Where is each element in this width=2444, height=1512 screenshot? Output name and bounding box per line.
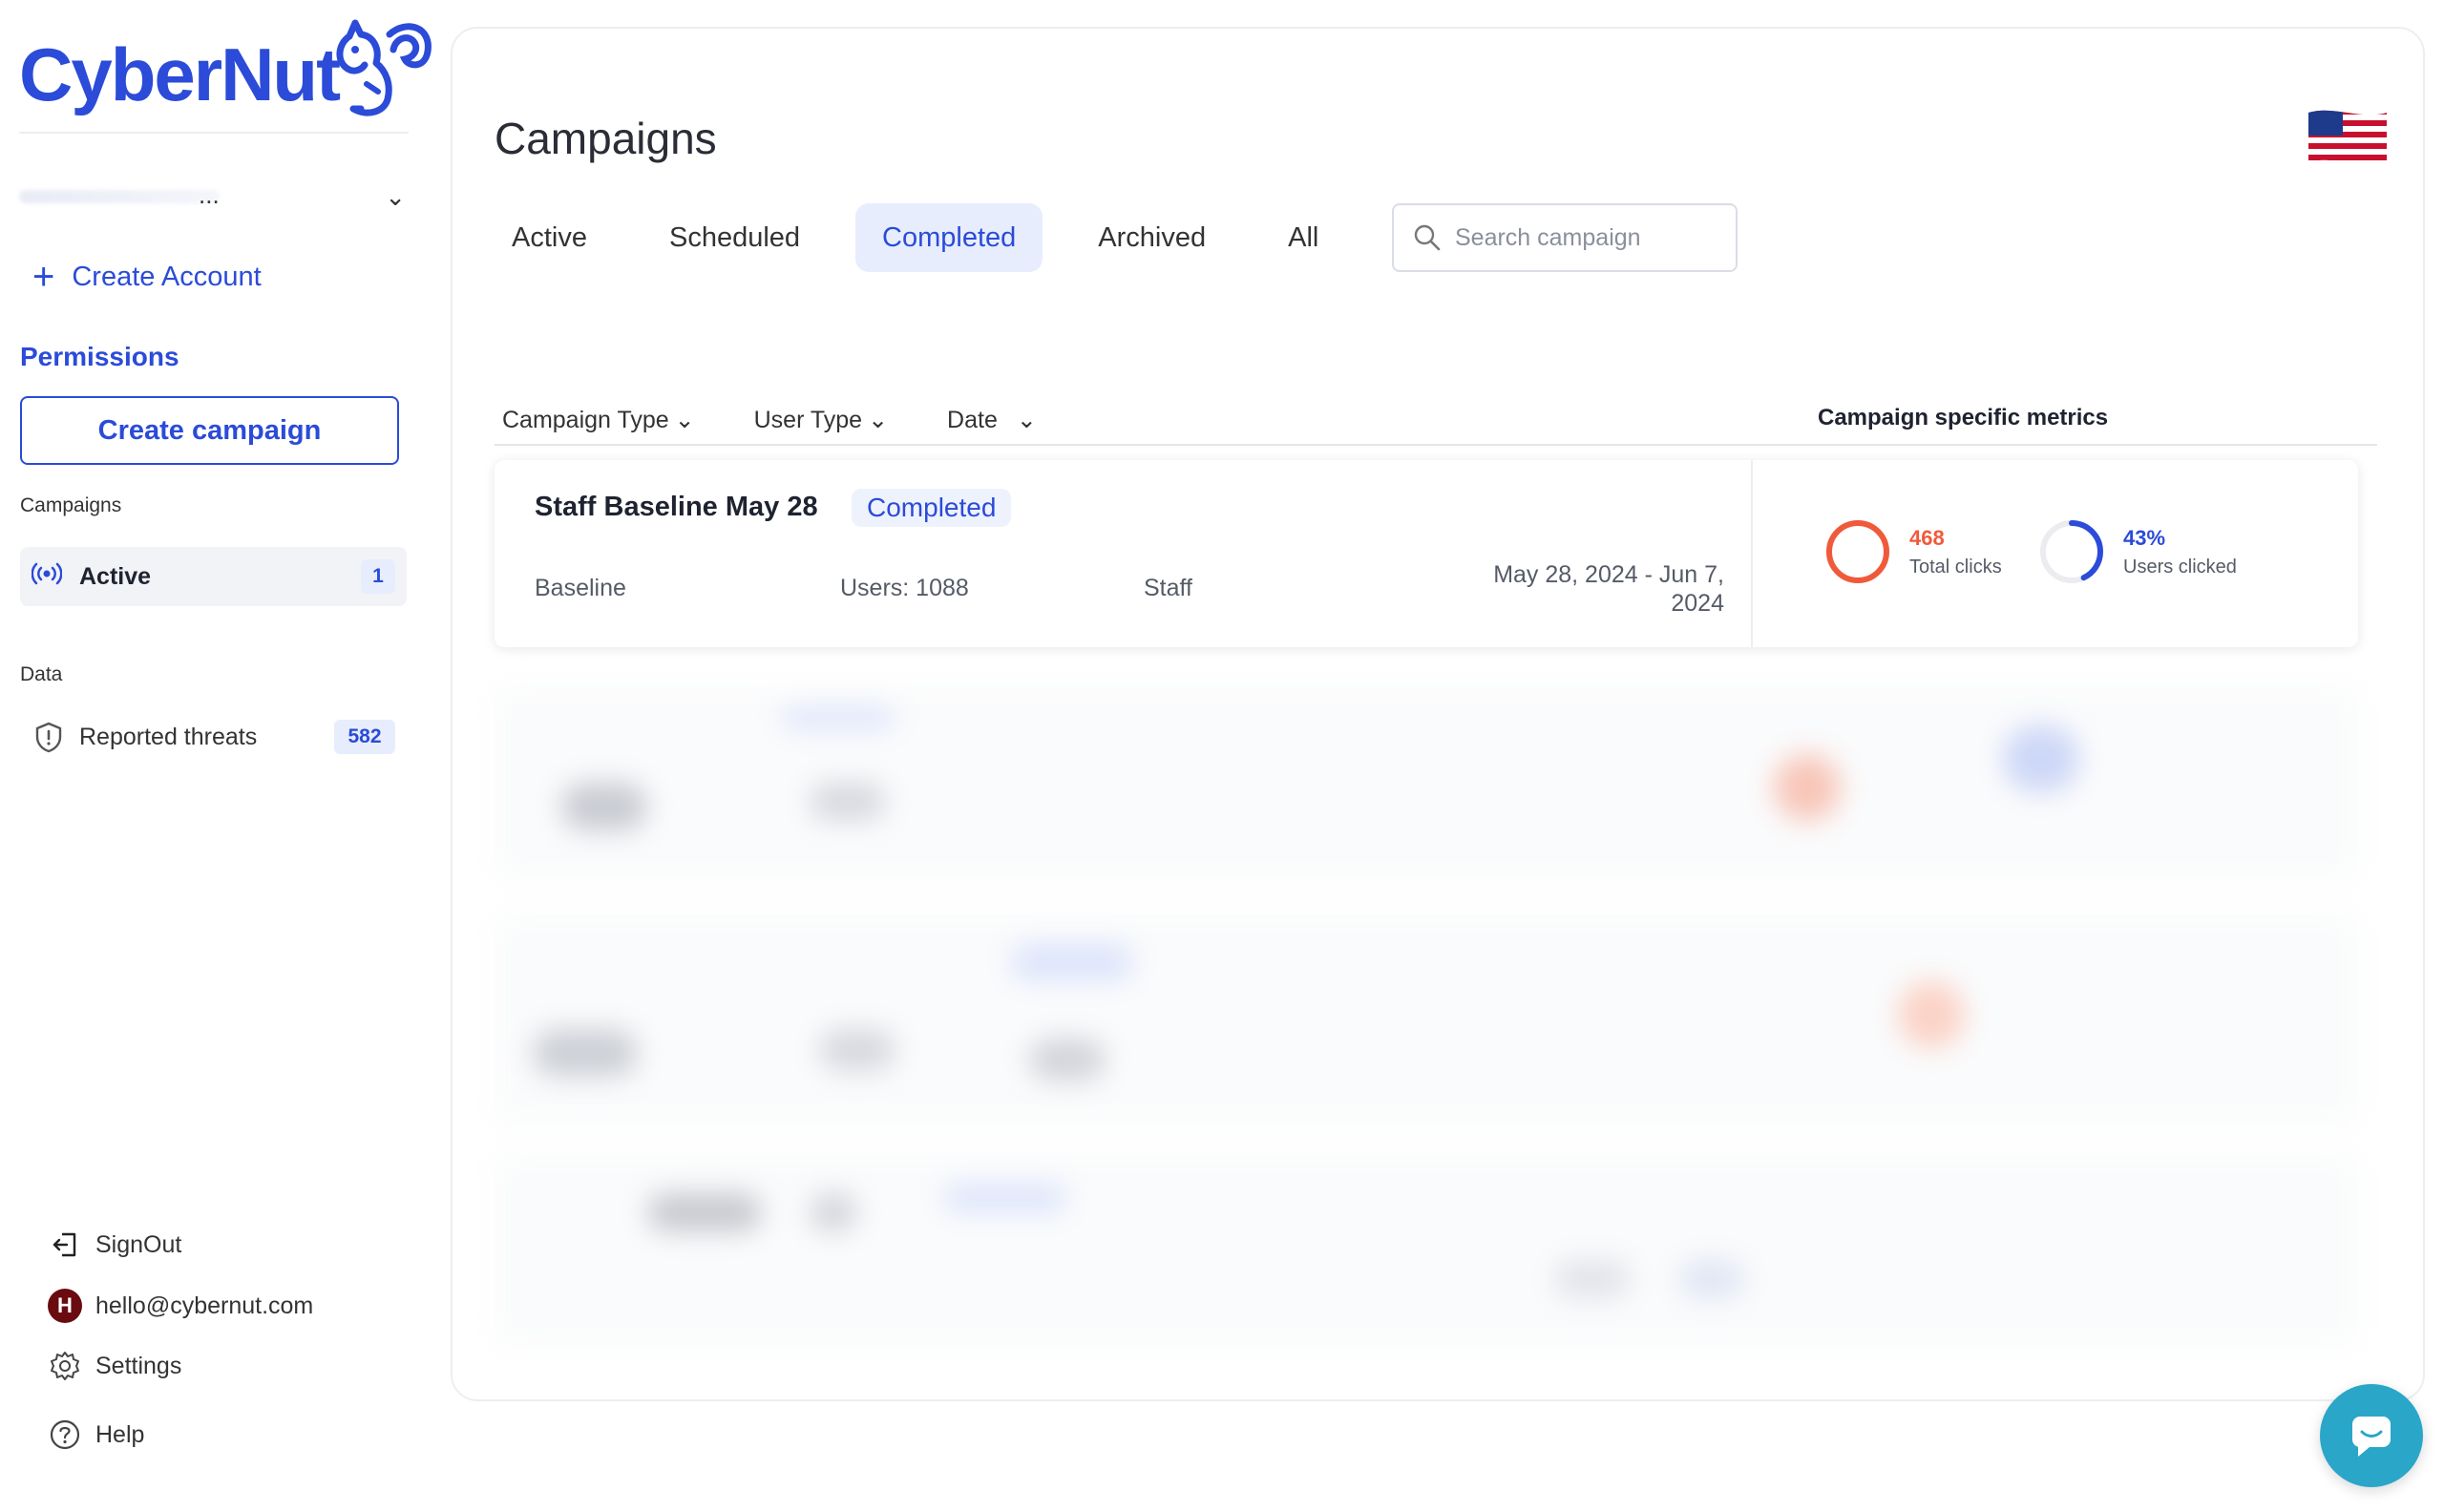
tab-scheduled[interactable]: Scheduled xyxy=(643,203,827,272)
settings-label: Settings xyxy=(95,1352,182,1379)
chevron-down-icon: ⌄ xyxy=(385,181,406,211)
signout-label: SignOut xyxy=(95,1230,182,1258)
chat-bubble-icon xyxy=(2352,1417,2391,1457)
sidebar-item-active[interactable]: Active 1 xyxy=(20,547,407,606)
campaign-type-filter[interactable]: Campaign Type ⌄ xyxy=(502,406,695,434)
broadcast-icon xyxy=(31,562,66,591)
avatar: H xyxy=(48,1289,82,1323)
blurred-campaign-row xyxy=(495,687,2358,878)
filter-label: User Type xyxy=(753,406,863,433)
chat-button[interactable] xyxy=(2320,1384,2423,1487)
count-badge: 582 xyxy=(334,720,395,754)
blurred-campaign-row xyxy=(495,1155,2358,1346)
gear-icon xyxy=(48,1349,82,1383)
create-account-link[interactable]: + Create Account xyxy=(32,258,262,296)
tab-completed[interactable]: Completed xyxy=(855,203,1043,272)
data-section-label: Data xyxy=(20,663,63,685)
filter-bar: Campaign Type ⌄ User Type ⌄ Date ⌄ xyxy=(502,406,1037,434)
logo-text: CyberNut xyxy=(19,32,341,116)
divider xyxy=(495,444,2377,446)
search-box xyxy=(1392,203,1738,272)
settings-link[interactable]: Settings xyxy=(48,1349,181,1383)
chevron-down-icon: ⌄ xyxy=(868,407,889,433)
account-selector[interactable]: ... ⌄ xyxy=(19,177,406,217)
users-clicked-label: Users clicked xyxy=(2123,556,2237,578)
total-clicks-label: Total clicks xyxy=(1909,556,2002,578)
total-clicks-value: 468 xyxy=(1909,525,1945,550)
plus-icon: + xyxy=(32,256,55,298)
status-badge: Completed xyxy=(852,489,1012,527)
campaign-type: Baseline xyxy=(535,575,626,601)
users-clicked-metric: 43% Users clicked xyxy=(2037,517,2237,586)
create-account-label: Create Account xyxy=(72,261,262,292)
tab-all[interactable]: All xyxy=(1261,203,1345,272)
main-panel: Campaigns Active Scheduled Completed Arc… xyxy=(451,27,2425,1401)
users-clicked-value: 43% xyxy=(2123,525,2166,550)
users-clicked-ring xyxy=(2040,520,2103,583)
squirrel-logo-icon xyxy=(336,19,432,116)
campaign-user-type: Staff xyxy=(1144,575,1192,601)
sidebar-item-label: Reported threats xyxy=(79,723,258,750)
search-input[interactable] xyxy=(1455,223,1722,252)
campaign-tabs: Active Scheduled Completed Archived All xyxy=(485,203,1374,272)
campaign-date-range: May 28, 2024 - Jun 7, 2024 xyxy=(1493,561,1724,617)
sidebar-item-reported-threats[interactable]: Reported threats 582 xyxy=(20,713,407,761)
sidebar: CyberNut ... ⌄ + Create Account Permissi… xyxy=(0,0,439,1512)
total-clicks-metric: 468 Total clicks xyxy=(1823,517,2002,586)
filter-label: Date xyxy=(947,406,998,433)
user-type-filter[interactable]: User Type ⌄ xyxy=(754,406,888,434)
chevron-down-icon: ⌄ xyxy=(1016,407,1037,433)
shield-alert-icon xyxy=(32,720,66,754)
chevron-down-icon: ⌄ xyxy=(674,407,695,433)
campaigns-section-label: Campaigns xyxy=(20,494,122,516)
search-icon xyxy=(1414,224,1441,251)
divider xyxy=(19,132,409,134)
campaign-users: Users: 1088 xyxy=(840,575,969,601)
campaign-info: Staff Baseline May 28 Completed Baseline… xyxy=(495,460,1753,647)
help-link[interactable]: Help xyxy=(48,1418,144,1452)
cybernut-logo[interactable]: CyberNut xyxy=(19,17,432,132)
user-email: hello@cybernut.com xyxy=(95,1292,314,1319)
user-account[interactable]: H hello@cybernut.com xyxy=(48,1289,313,1323)
us-flag-icon[interactable] xyxy=(2305,105,2391,170)
tab-active[interactable]: Active xyxy=(485,203,614,272)
signout-link[interactable]: SignOut xyxy=(48,1228,181,1262)
signout-icon xyxy=(48,1228,82,1262)
help-circle-icon xyxy=(48,1418,82,1452)
total-clicks-ring xyxy=(1826,520,1889,583)
date-filter[interactable]: Date ⌄ xyxy=(947,406,1037,434)
tab-archived[interactable]: Archived xyxy=(1071,203,1233,272)
metrics-header: Campaign specific metrics xyxy=(1818,405,2109,430)
count-badge: 1 xyxy=(361,559,395,594)
permissions-link[interactable]: Permissions xyxy=(20,342,179,372)
blurred-campaign-row xyxy=(495,914,2358,1124)
help-label: Help xyxy=(95,1420,145,1448)
account-selector-value: ... xyxy=(199,180,220,209)
campaign-card[interactable]: Staff Baseline May 28 Completed Baseline… xyxy=(495,460,2358,647)
sidebar-item-label: Active xyxy=(79,562,152,590)
create-campaign-button[interactable]: Create campaign xyxy=(20,396,399,465)
account-name-redacted xyxy=(19,190,220,203)
campaign-title: Staff Baseline May 28 xyxy=(535,492,818,522)
filter-label: Campaign Type xyxy=(502,406,669,433)
page-title: Campaigns xyxy=(495,114,717,163)
